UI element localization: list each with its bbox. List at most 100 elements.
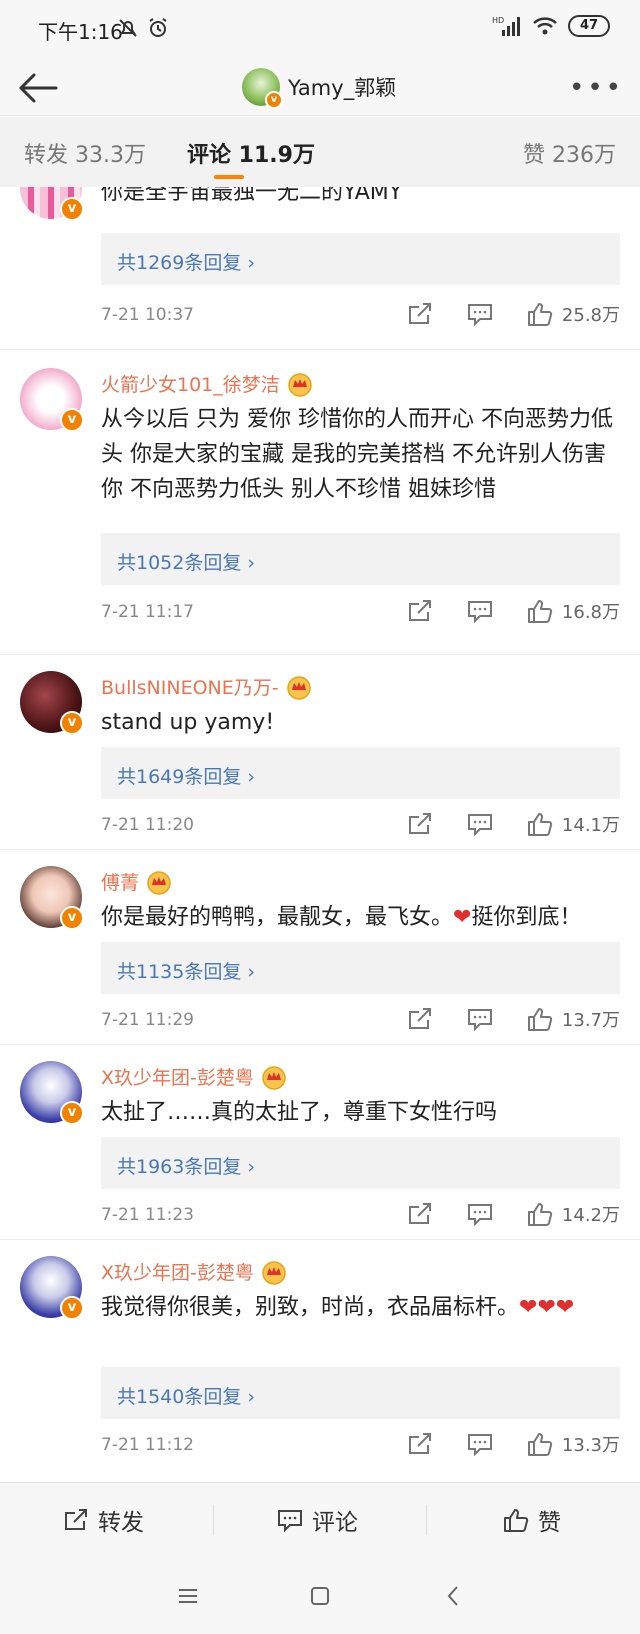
username[interactable]: 火箭少女101_徐梦洁 (101, 370, 280, 397)
comment-time: 7-21 11:17 (101, 602, 194, 622)
list-item: v 火箭少女101_徐梦洁 从今以后 只为 爱你 珍惜你的人而开心 不向恶势力低… (0, 350, 640, 655)
thumbs-up-icon[interactable] (526, 301, 554, 327)
share-icon[interactable] (406, 1201, 434, 1227)
avatar[interactable]: v (20, 187, 84, 221)
divider (426, 1505, 427, 1535)
mute-bell-icon (119, 19, 137, 37)
share-icon[interactable] (406, 301, 434, 327)
avatar[interactable]: v (20, 1061, 84, 1125)
crown-badge-icon (262, 1260, 286, 1285)
like-button[interactable]: 赞 (502, 1503, 561, 1537)
comment-text: 从今以后 只为 爱你 珍惜你的人而开心 不向恶势力低头 你是大家的宝藏 是我的完… (101, 407, 613, 502)
repost-button[interactable]: 转发 (62, 1503, 144, 1537)
svg-text:HD: HD (492, 16, 504, 25)
thumbs-up-icon[interactable] (526, 1006, 554, 1032)
more-options-icon[interactable]: ••• (569, 75, 624, 101)
share-icon[interactable] (406, 1431, 434, 1457)
share-icon[interactable] (406, 598, 434, 624)
comment-actions: 14.1万 (406, 811, 620, 837)
list-item: v 你是全宇宙最独一无二的YAMY 共1269条回复 › 7-21 10:37 … (0, 187, 640, 350)
like-count: 13.7万 (561, 1010, 620, 1031)
home-icon[interactable] (306, 1582, 334, 1610)
comment-text: 你是全宇宙最独一无二的YAMY (101, 187, 403, 205)
status-bar: 下午1:16 HD 47 (0, 0, 640, 60)
list-item: v BullsNINEONE乃万- stand up yamy! 共1649条回… (0, 655, 640, 850)
avatar[interactable]: v (20, 671, 84, 735)
comment-icon[interactable] (466, 598, 494, 624)
comment-actions: 14.2万 (406, 1201, 620, 1227)
thumbs-up-icon[interactable] (526, 1201, 554, 1227)
comment-icon[interactable] (466, 301, 494, 327)
list-item: v X玖少年团-彭楚粤 太扯了……真的太扯了，尊重下女性行吗 共1963条回复 … (0, 1045, 640, 1240)
comment-time: 7-21 11:20 (101, 815, 194, 835)
tab-indicator (214, 175, 244, 179)
reply-count-button[interactable]: 共1963条回复 › (101, 1137, 620, 1189)
reply-count-button[interactable]: 共1135条回复 › (101, 942, 620, 994)
comment-actions: 13.3万 (406, 1431, 620, 1457)
reply-count-button[interactable]: 共1052条回复 › (101, 533, 620, 585)
comment-button[interactable]: 评论 (276, 1503, 358, 1537)
crown-badge-icon (288, 372, 312, 397)
comment-actions: 25.8万 (406, 301, 620, 327)
tab-repost[interactable]: 转发 33.3万 (24, 137, 146, 169)
like-count: 14.1万 (561, 815, 620, 836)
name-row: 傅菁 (101, 868, 173, 895)
username[interactable]: BullsNINEONE乃万- (101, 673, 279, 700)
comment-icon[interactable] (466, 1006, 494, 1032)
comment-actions: 13.7万 (406, 1006, 620, 1032)
verified-badge-icon: v (60, 197, 84, 221)
thumbs-up-icon[interactable] (526, 1431, 554, 1457)
comment-text: 我觉得你很美，别致，时尚，衣品届标杆。❤❤❤ (101, 1295, 575, 1320)
back-icon[interactable] (440, 1582, 468, 1610)
avatar[interactable]: v (242, 68, 283, 109)
share-icon[interactable] (406, 811, 434, 837)
share-icon (65, 1509, 87, 1530)
status-time: 下午1:16 (38, 20, 123, 44)
comment-icon[interactable] (466, 1201, 494, 1227)
comment-text: 太扯了……真的太扯了，尊重下女性行吗 (101, 1100, 498, 1125)
comment-icon[interactable] (466, 811, 494, 837)
username[interactable]: X玖少年团-彭楚粤 (101, 1063, 254, 1090)
avatar[interactable]: v (20, 368, 84, 432)
back-arrow-icon[interactable] (16, 70, 60, 106)
name-row: 火箭少女101_徐梦洁 (101, 370, 314, 397)
thumbs-up-icon (504, 1509, 529, 1532)
nav-user[interactable]: v Yamy_郭颖 (242, 68, 396, 109)
comment-time: 7-21 11:12 (101, 1435, 194, 1455)
comment-text: 你是最好的鸭鸭，最靓女，最飞女。❤挺你到底！ (101, 905, 582, 930)
like-count: 14.2万 (561, 1205, 620, 1226)
username[interactable]: 傅菁 (101, 868, 139, 895)
verified-badge-icon: v (60, 408, 84, 432)
heart-emoji-icon: ❤❤❤ (519, 1295, 575, 1320)
avatar[interactable]: v (20, 866, 84, 930)
comment-icon[interactable] (466, 1431, 494, 1457)
verified-badge-icon: v (60, 1101, 84, 1125)
reply-count-button[interactable]: 共1649条回复 › (101, 747, 620, 799)
nav-bar: v Yamy_郭颖 ••• (0, 60, 640, 116)
username[interactable]: X玖少年团-彭楚粤 (101, 1258, 254, 1285)
crown-badge-icon (262, 1065, 286, 1090)
name-row: BullsNINEONE乃万- (101, 673, 313, 700)
comment-text: stand up yamy! (101, 710, 275, 735)
comment-icon (278, 1510, 302, 1533)
list-item: v X玖少年团-彭楚粤 我觉得你很美，别致，时尚，衣品届标杆。❤❤❤ 共1540… (0, 1240, 640, 1480)
reply-count-button[interactable]: 共1540条回复 › (101, 1367, 620, 1419)
share-icon[interactable] (406, 1006, 434, 1032)
tab-comment[interactable]: 评论 11.9万 (187, 137, 315, 169)
reply-count-button[interactable]: 共1269条回复 › (101, 233, 620, 285)
thumbs-up-icon[interactable] (526, 811, 554, 837)
like-count: 13.3万 (561, 1435, 620, 1456)
list-item: v 傅菁 你是最好的鸭鸭，最靓女，最飞女。❤挺你到底！ 共1135条回复 › 7… (0, 850, 640, 1045)
name-row: X玖少年团-彭楚粤 (101, 1063, 288, 1090)
thumbs-up-icon[interactable] (526, 598, 554, 624)
verified-badge-icon: v (60, 906, 84, 930)
menu-icon[interactable] (174, 1582, 202, 1610)
system-nav-bar (0, 1558, 640, 1634)
name-row: X玖少年团-彭楚粤 (101, 1258, 288, 1285)
tab-like[interactable]: 赞 236万 (523, 137, 616, 169)
comment-list[interactable]: v 你是全宇宙最独一无二的YAMY 共1269条回复 › 7-21 10:37 … (0, 187, 640, 1482)
divider (213, 1505, 214, 1535)
alarm-icon (149, 18, 167, 37)
like-count: 25.8万 (561, 305, 620, 326)
avatar[interactable]: v (20, 1256, 84, 1320)
